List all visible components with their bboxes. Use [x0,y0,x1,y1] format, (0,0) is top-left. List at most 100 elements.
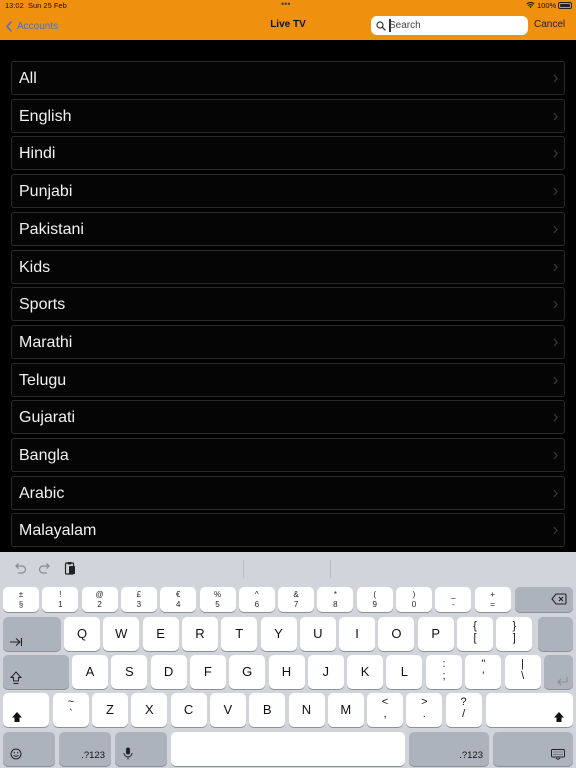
symbol-key[interactable]: ~ ` [53,693,89,727]
category-row[interactable]: English [11,98,565,133]
letter-key[interactable]: F [189,655,226,689]
symbol-key[interactable]: >. [406,693,443,727]
letter-key[interactable]: V [209,693,246,727]
letter-key[interactable]: E [142,617,179,651]
symbol-key[interactable]: :; [426,655,462,689]
letter-key[interactable]: G [229,655,266,689]
category-row[interactable]: Sports [11,287,565,322]
category-row[interactable]: Bangla [11,438,565,472]
undo-icon[interactable] [12,560,28,576]
number-key[interactable]: ^ 6 [238,587,275,612]
number-key[interactable]: ± § [3,587,39,612]
letter-key[interactable]: S [111,655,148,689]
letter-key[interactable]: K [347,655,384,689]
category-row[interactable]: Malayalam [11,513,565,548]
symbol-key[interactable]: " ' [465,655,502,689]
tab-key[interactable] [3,617,61,651]
key-symbol: 9 [372,600,377,609]
key-shift-symbol: " [481,658,486,670]
multitasking-dots[interactable]: ••• [281,0,290,9]
space-key[interactable] [171,732,405,766]
paste-icon[interactable] [62,560,78,576]
category-row[interactable]: Arabic [11,475,565,510]
key-letter: F [203,664,212,679]
search-input[interactable] [389,17,519,34]
key-symbol: 0 [411,600,417,609]
hide-keyboard-key[interactable] [493,732,573,766]
category-row[interactable]: Telugu [11,362,565,397]
letter-key[interactable]: D [150,655,187,689]
letter-key[interactable]: W [103,617,140,651]
letter-key[interactable]: J [307,655,344,689]
category-row[interactable]: Hindi [11,136,565,171]
key-symbol: 7 [293,600,299,609]
key-shift-symbol: _ [451,590,456,599]
number-key[interactable]: ! 1 [42,587,79,612]
letter-key[interactable]: P [417,617,454,651]
category-row[interactable]: Gujarati [11,400,565,435]
letter-key[interactable]: X [131,693,168,727]
key-symbol: 5 [215,600,220,609]
number-key[interactable]: % 5 [199,587,236,612]
letter-key[interactable]: N [288,693,325,727]
tab-icon [10,638,23,646]
chevron-right-icon [553,413,558,422]
key-shift-symbol: ) [412,590,416,599]
letter-key[interactable]: B [249,693,286,727]
category-row[interactable]: Kids [11,249,565,284]
key-symbol: ' [482,670,485,682]
return-key[interactable] [544,655,573,689]
symbol-key[interactable]: {[ [457,617,493,651]
number-key[interactable]: (9 [356,587,393,612]
letter-key[interactable]: M [327,693,364,727]
letter-key[interactable]: Y [260,617,297,651]
number-key[interactable]: @2 [81,587,118,612]
key-letter: M [340,702,352,717]
letter-key[interactable]: H [268,655,305,689]
shift-key-left[interactable] [3,693,49,727]
symbol-key[interactable]: }] [496,617,533,651]
category-row[interactable]: All [11,61,565,95]
return-key-top[interactable] [538,617,573,651]
key-letter: V [223,702,233,717]
letter-key[interactable]: L [386,655,423,689]
key-letter: N [301,702,312,717]
key-symbol: ` [69,708,73,720]
search-field[interactable] [371,16,528,35]
symbol-key[interactable]: <, [367,693,403,727]
category-row[interactable]: Marathi [11,324,565,359]
number-key[interactable]: €4 [160,587,197,612]
symbol-key[interactable]: | \ [504,655,541,689]
cancel-button[interactable]: Cancel [534,19,565,30]
letter-key[interactable]: I [339,617,376,651]
numbers-key[interactable]: .?123 [59,732,111,766]
letter-key[interactable]: R [181,617,218,651]
redo-icon[interactable] [37,560,53,576]
key-shift-symbol: € [175,590,181,599]
category-row[interactable]: Punjabi [11,174,565,209]
return-icon [557,677,568,686]
number-key[interactable]: ) 0 [396,587,432,612]
letter-key[interactable]: Z [92,693,128,727]
letter-key[interactable]: C [170,693,207,727]
delete-key[interactable] [515,587,573,612]
symbol-key[interactable]: ? / [445,693,482,727]
dictation-key[interactable] [115,732,167,766]
category-row[interactable]: Pakistani [11,211,565,246]
letter-key[interactable]: T [221,617,258,651]
caps-lock-key[interactable] [3,655,69,689]
back-button[interactable]: Accounts [6,17,58,35]
number-key[interactable]: & 7 [278,587,315,612]
numbers-key-right[interactable]: .?123 [409,732,489,766]
number-key[interactable]: £3 [120,587,157,612]
number-key[interactable]: _ - [435,587,472,612]
shift-key-right[interactable] [486,693,573,727]
letter-key[interactable]: Q [64,617,100,651]
number-key[interactable]: * 8 [317,587,354,612]
letter-key[interactable]: U [299,617,336,651]
text-cursor [389,19,391,32]
number-key[interactable]: + = [474,587,511,612]
letter-key[interactable]: A [72,655,108,689]
letter-key[interactable]: O [378,617,415,651]
emoji-key[interactable] [3,732,55,766]
